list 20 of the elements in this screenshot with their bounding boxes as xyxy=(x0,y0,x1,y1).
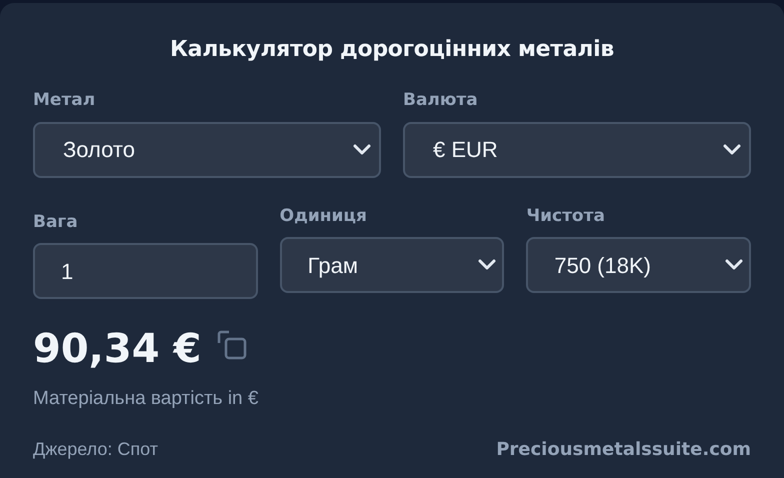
field-label: Метал xyxy=(33,89,96,112)
field-label: Вага xyxy=(33,210,79,234)
chevron-down-icon xyxy=(723,144,741,156)
dropdown[interactable]: € EUR xyxy=(403,122,751,178)
field-label: Валюта xyxy=(403,89,479,112)
input-field[interactable]: 1 xyxy=(33,243,258,299)
chevron-down-icon xyxy=(353,144,371,156)
dropdown[interactable]: Золото xyxy=(33,122,381,178)
source-text: Джерело: Спот xyxy=(33,438,158,461)
site-link[interactable]: Preciousmetalssuite.com xyxy=(496,436,751,462)
chevron-down-icon xyxy=(725,259,744,271)
calculator-title: Калькулятор дорогоцінних металів xyxy=(170,36,614,64)
price-value: 90,34 € xyxy=(33,329,202,369)
field-label: Одиниця xyxy=(280,204,368,228)
price-caption: Матеріальна вартість in € xyxy=(33,387,260,411)
dropdown[interactable]: 750 (18K) xyxy=(526,237,752,293)
copy-icon[interactable] xyxy=(217,330,248,360)
chevron-down-icon xyxy=(478,259,496,271)
field-label: Чистота xyxy=(526,204,606,228)
dropdown[interactable]: Грам xyxy=(280,237,504,293)
